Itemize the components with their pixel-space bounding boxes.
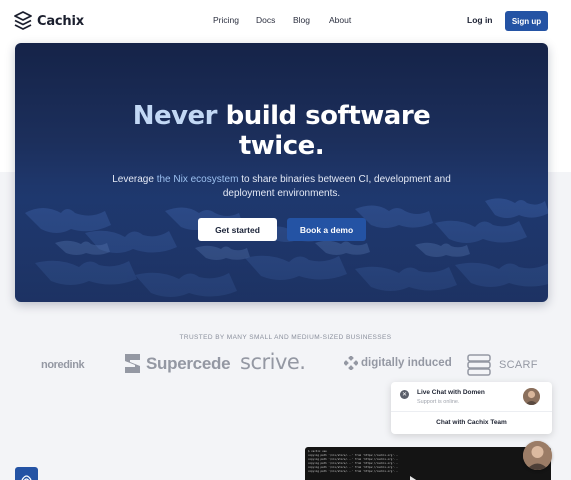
- avatar: [523, 388, 540, 405]
- terminal-line: copying path '/nix/store/...' from 'http…: [308, 458, 399, 461]
- terminal-demo-video[interactable]: $ cachix use copying path '/nix/store/..…: [305, 447, 551, 480]
- fingerprint-icon: [21, 475, 32, 480]
- chat-divider: [391, 411, 552, 412]
- cookie-settings-button[interactable]: [15, 467, 38, 480]
- terminal-line: copying path '/nix/store/...' from 'http…: [308, 454, 399, 457]
- nav-link-about[interactable]: About: [329, 15, 351, 25]
- scarf-logo: SCARF: [467, 354, 538, 376]
- hero-title-end: twice.: [238, 131, 325, 161]
- play-icon[interactable]: [409, 476, 417, 480]
- noredink-logo: noredink: [41, 359, 85, 371]
- noredink-logo-text: noredink: [41, 359, 85, 371]
- diamond-dots-icon: [344, 356, 358, 370]
- book-demo-button[interactable]: Book a demo: [287, 218, 366, 241]
- top-nav: Cachix Pricing Docs Blog About Log in Si…: [0, 0, 571, 42]
- supercede-logo: Supercede: [124, 353, 231, 374]
- brand-logo[interactable]: Cachix: [14, 11, 84, 31]
- signup-button[interactable]: Sign up: [505, 11, 548, 31]
- hero-subtitle: Leverage the Nix ecosystem to share bina…: [105, 173, 458, 201]
- hero-banner: Never build software twice. Leverage the…: [15, 43, 548, 302]
- trusted-by-heading: TRUSTED BY MANY SMALL AND MEDIUM-SIZED B…: [179, 334, 392, 341]
- scrive-logo: scrive.: [240, 350, 306, 374]
- supercede-logo-text: Supercede: [146, 353, 231, 373]
- digitally-induced-logo: digitally induced: [344, 356, 452, 370]
- terminal-line: copying path '/nix/store/...' from 'http…: [308, 466, 399, 469]
- terminal-line: copying path '/nix/store/...' from 'http…: [308, 462, 399, 465]
- person-avatar-icon: [523, 388, 540, 405]
- brand-name: Cachix: [37, 13, 84, 29]
- close-icon[interactable]: ✕: [400, 390, 409, 399]
- get-started-button[interactable]: Get started: [198, 218, 277, 241]
- live-chat-widget: ✕ Live Chat with Domen Support is online…: [391, 382, 552, 434]
- nav-link-docs[interactable]: Docs: [256, 15, 275, 25]
- hero-subtitle-prefix: Leverage: [112, 174, 154, 185]
- scarf-mark-icon: [467, 354, 491, 376]
- scarf-logo-text: SCARF: [499, 359, 538, 371]
- chat-title: Live Chat with Domen: [417, 389, 485, 396]
- hero-subtitle-suffix: to share binaries between CI, developmen…: [222, 174, 451, 199]
- chat-status: Support is online.: [417, 399, 460, 405]
- stacked-layers-icon: [14, 11, 32, 30]
- nix-ecosystem-link[interactable]: the Nix ecosystem: [157, 174, 239, 185]
- person-avatar-icon: [523, 441, 552, 470]
- login-link[interactable]: Log in: [467, 15, 493, 25]
- scrive-logo-text: scrive.: [240, 350, 306, 374]
- digitally-induced-logo-text: digitally induced: [361, 357, 452, 369]
- nav-link-blog[interactable]: Blog: [293, 15, 310, 25]
- terminal-line: copying path '/nix/store/...' from 'http…: [308, 470, 399, 473]
- supercede-mark-icon: [125, 354, 140, 373]
- terminal-line: $ cachix use: [308, 450, 327, 453]
- nav-link-pricing[interactable]: Pricing: [213, 15, 239, 25]
- hero-title: Never build software twice.: [15, 101, 548, 161]
- hero-title-accent: Never: [132, 101, 218, 131]
- presenter-avatar: [523, 441, 552, 470]
- chat-with-team-button[interactable]: Chat with Cachix Team: [391, 419, 552, 426]
- hero-title-main: build software: [225, 101, 431, 131]
